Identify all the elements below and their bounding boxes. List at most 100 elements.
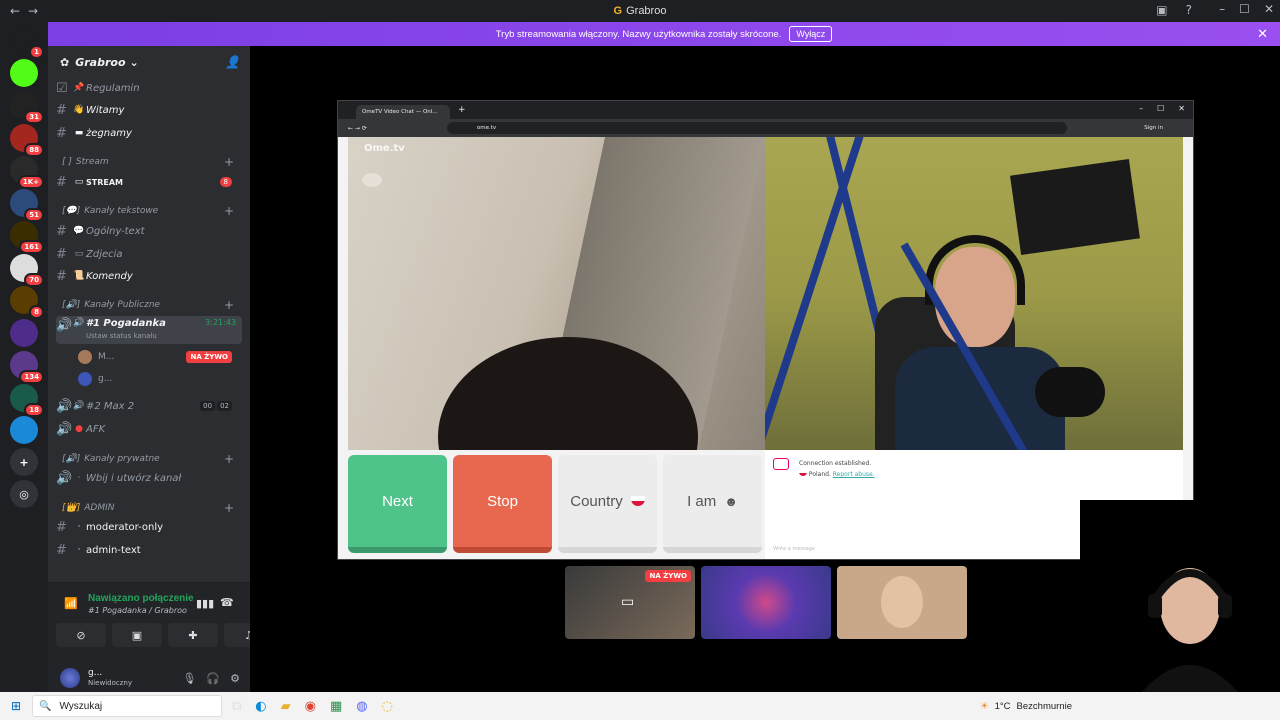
disconnect-icon[interactable]: ☎	[220, 596, 234, 609]
channel-moderator-only[interactable]: # · moderator-only	[56, 517, 242, 537]
voice-channel-max2[interactable]: 🔊 🔊 #2 Max 2 00 02	[56, 396, 242, 416]
stream-thumbnail[interactable]: NA ŻYWO ▭	[565, 566, 695, 639]
weather-widget[interactable]: ☀ 1°C Bezchmurnie	[980, 701, 1072, 712]
stop-button[interactable]: Stop	[453, 455, 552, 553]
microphone	[1035, 367, 1105, 417]
minimize-icon[interactable]: –	[1139, 104, 1143, 113]
channel-regulamin[interactable]: ☑ 📌 Regulamin	[56, 78, 242, 98]
channel-admin-text[interactable]: # · admin-text	[56, 540, 242, 560]
discord-icon[interactable]: ◍	[356, 699, 367, 714]
next-button[interactable]: Next	[348, 455, 447, 553]
app-icon[interactable]: ◌	[382, 699, 393, 714]
server-18-server-icon[interactable]: 18	[10, 383, 44, 417]
invite-people-icon[interactable]: 👤	[225, 55, 240, 69]
hash-icon: #	[56, 519, 67, 535]
country-button[interactable]: Country	[558, 455, 657, 553]
unread-badge: 51	[24, 207, 44, 222]
signal-icon[interactable]: 📶	[64, 597, 78, 610]
chrome-icon[interactable]: ◉	[305, 699, 316, 714]
server-kight-server-icon[interactable]	[10, 318, 38, 347]
speaker-icon: [🔊]	[62, 300, 81, 310]
voice-channel-pogadanka[interactable]: 🔊 🔊 #1 Pogadanka 3:21:43 Ustaw status kan…	[56, 316, 242, 344]
server-v-server-icon[interactable]: 51	[10, 188, 44, 222]
guild-header[interactable]: ✿ Grabroo ⌄ 👤	[48, 46, 250, 78]
channel-zegnamy[interactable]: # ▬ żegnamy	[56, 123, 242, 143]
activities-button[interactable]: ✚	[168, 623, 218, 647]
maximize-button[interactable]: ☐	[1239, 2, 1250, 16]
guild-icon: ✿	[60, 55, 70, 69]
address-bar[interactable]: ome.tv	[446, 122, 1067, 134]
notepad-icon[interactable]: ▦	[330, 699, 342, 714]
channel-ogolny[interactable]: # 💬 Ogólny-text	[56, 221, 242, 241]
close-window-button[interactable]: ✕	[1264, 2, 1274, 16]
report-abuse-link[interactable]: Report abuse.	[833, 471, 875, 478]
maximize-icon[interactable]: ☐	[1157, 104, 1164, 113]
category-admin[interactable]: [👑] ADMIN +	[62, 501, 242, 515]
category-stream[interactable]: [ ] Stream +	[62, 155, 242, 169]
speaker-icon: 🔊	[73, 401, 85, 411]
folder-icon[interactable]: ▰	[281, 699, 291, 714]
voice-channel-path[interactable]: #1 Pogadanka / Grabroo	[88, 606, 187, 615]
stream-category-icon: [ ]	[62, 157, 72, 167]
channel-komendy[interactable]: # 📜 Komendy	[56, 266, 242, 286]
sign-in-button[interactable]: Sign in	[1144, 125, 1163, 131]
server-134-server-icon[interactable]: 134	[10, 351, 44, 384]
chat-input[interactable]: Write a message	[773, 546, 815, 552]
screen-share-button[interactable]: ▣	[112, 623, 162, 647]
help-icon[interactable]: ?	[1186, 3, 1192, 17]
camera-off-button[interactable]: ⊘	[56, 623, 106, 647]
microphone-icon[interactable]: 🎙	[182, 672, 196, 685]
windows-start-icon[interactable]: ⊞	[0, 699, 32, 713]
new-tab-icon[interactable]: +	[458, 105, 466, 115]
add-server-icon[interactable]: +	[10, 448, 38, 476]
weather-icon: ☀	[980, 700, 989, 712]
voice-user[interactable]: M... NA ŻYWO	[78, 348, 242, 366]
avatar[interactable]	[60, 668, 80, 688]
tv-icon: ▭	[74, 177, 84, 187]
channel-stream[interactable]: # ▭ STREAM 8	[56, 172, 242, 192]
inbox-icon[interactable]: ▣	[1156, 3, 1167, 17]
channel-witamy[interactable]: # 👋 Witamy	[56, 100, 242, 120]
participant-tile[interactable]	[701, 566, 831, 639]
server-pirate-server-icon[interactable]: 70	[10, 253, 44, 287]
edge-icon[interactable]: ◐	[255, 699, 266, 714]
voice-channel-afk[interactable]: 🔊 ● AFK	[56, 419, 242, 439]
server-a-server-icon[interactable]	[10, 416, 38, 444]
channel-zdjecia[interactable]: # ▭ Zdjecia	[56, 244, 242, 264]
task-view-icon[interactable]: ⧉	[232, 699, 241, 714]
add-channel-icon[interactable]: +	[224, 452, 234, 466]
close-icon[interactable]: ✕	[1257, 26, 1268, 42]
category-public[interactable]: [🔊] Kanały Publiczne +	[62, 298, 242, 312]
category-private[interactable]: [🔊] Kanały prywatne +	[62, 452, 242, 466]
add-channel-icon[interactable]: +	[224, 155, 234, 169]
close-icon[interactable]: ✕	[1178, 104, 1185, 113]
browser-tab[interactable]: OmeTV Video Chat — Onl...	[356, 105, 450, 119]
voice-user[interactable]: g...	[78, 370, 242, 388]
i-am-button[interactable]: I am ☻	[663, 455, 762, 553]
discover-icon[interactable]: ◎	[10, 480, 38, 508]
server-red-server-icon[interactable]: 88	[10, 123, 44, 157]
gear-icon[interactable]: ⚙	[230, 672, 240, 685]
server-into-server-icon[interactable]: 31	[10, 91, 44, 124]
unread-badge: 134	[19, 370, 44, 384]
headphones-icon[interactable]: 🎧	[206, 672, 220, 685]
minimize-button[interactable]: –	[1219, 2, 1225, 16]
user-status: Niewidoczny	[88, 679, 132, 687]
taskbar-search[interactable]: 🔍 Wyszukaj	[32, 695, 222, 717]
add-channel-icon[interactable]: +	[224, 204, 234, 218]
add-channel-icon[interactable]: +	[224, 501, 234, 515]
add-channel-icon[interactable]: +	[224, 298, 234, 312]
server-yellow-server-icon[interactable]: 161	[10, 221, 44, 254]
disable-streamer-mode-button[interactable]: Wyłącz	[789, 26, 833, 42]
unread-badge: 18	[24, 402, 44, 417]
kick-server-icon[interactable]	[10, 58, 38, 87]
voice-channel-wbij[interactable]: 🔊 · Wbij i utwórz kanał	[56, 468, 242, 488]
noise-suppression-icon[interactable]: ▮▮▮	[196, 597, 214, 610]
discord-home-server-icon[interactable]: 1	[10, 26, 44, 59]
server-palm-server-icon[interactable]: 1K+	[10, 156, 44, 189]
participant-tile[interactable]	[837, 566, 967, 639]
server-g-server-icon[interactable]: 8	[10, 286, 44, 319]
category-text[interactable]: [💬] Kanały tekstowe +	[62, 204, 242, 218]
channel-status[interactable]: Ustaw status kanału	[86, 332, 157, 340]
nav-arrows-icon[interactable]: ← → ⟳	[348, 125, 367, 132]
